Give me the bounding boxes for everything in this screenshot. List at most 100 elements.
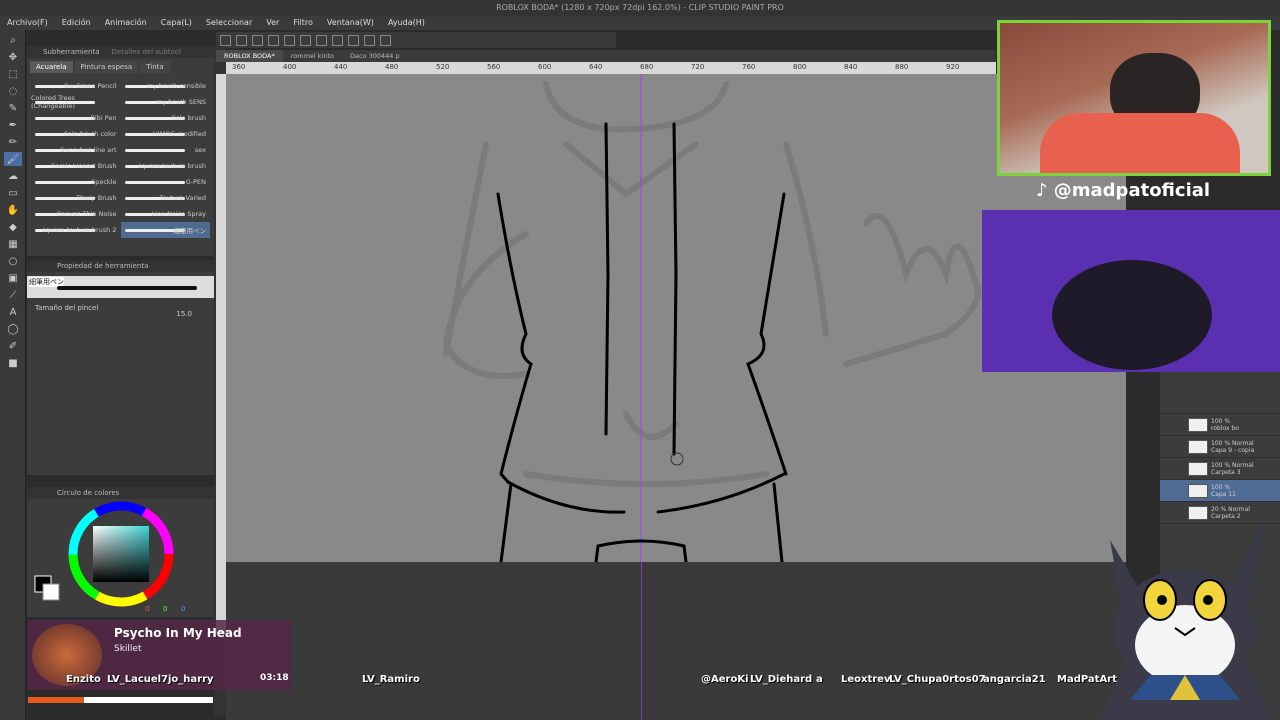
gradient-icon[interactable]: ▦ — [4, 237, 22, 251]
brush-size-label: Tamaño del pincel — [35, 304, 99, 312]
brush-size-value[interactable]: 15.0 — [176, 310, 192, 318]
ruler-icon[interactable]: ⟋ — [4, 288, 22, 302]
subtool-tabs: Acuarela Pintura espesa Tinta — [27, 58, 214, 76]
brush-label: Colo brush — [171, 114, 206, 122]
correction-icon[interactable]: ✐ — [4, 339, 22, 353]
snap-special-icon[interactable] — [380, 34, 391, 46]
chat-username: @AeroKi — [701, 674, 749, 685]
lasso-icon[interactable]: ◌ — [4, 84, 22, 98]
snap-grid-icon[interactable] — [364, 34, 375, 46]
brush-label: Sw Green Pencil — [64, 82, 117, 90]
menu-item[interactable]: Edición — [55, 16, 98, 30]
ruler-tick-label: 880 — [895, 63, 909, 71]
ruler-tick-label: 520 — [436, 63, 450, 71]
brush-item[interactable]: Thwip Brush — [31, 190, 121, 206]
layer-info: 100 % Normal Carpeta 3 — [1211, 462, 1254, 476]
chat-username: angarcia21 — [983, 674, 1046, 685]
brush-icon[interactable]: 🖌 — [4, 152, 22, 166]
chat-username: LV_Diehard — [750, 674, 813, 685]
brush-stroke-preview — [35, 181, 95, 184]
layer-row[interactable]: 100 % Capa 11 — [1160, 480, 1280, 502]
menu-item[interactable]: Ver — [259, 16, 286, 30]
brush-item[interactable]: G-PEN — [121, 174, 211, 190]
menu-item[interactable]: Ayuda(H) — [381, 16, 432, 30]
tiktok-handle-text: @madpatoficial — [1053, 180, 1211, 201]
brush-item[interactable]: Speckle — [31, 174, 121, 190]
open-file-icon[interactable] — [236, 34, 247, 46]
brush-item[interactable]: my brush sensible — [121, 78, 211, 94]
tab-tinta[interactable]: Tinta — [140, 61, 170, 73]
menu-item[interactable]: Capa(L) — [154, 16, 199, 30]
snap-ruler-icon[interactable] — [348, 34, 359, 46]
brush-item[interactable]: Colo brush — [121, 110, 211, 126]
select-icon[interactable]: ⬚ — [4, 67, 22, 81]
doc-tab-2[interactable]: rommel kinto — [283, 50, 342, 62]
save-icon[interactable] — [252, 34, 263, 46]
brush-item[interactable]: Succubus line art — [31, 142, 121, 158]
brush-stroke-preview — [124, 181, 185, 184]
brush-item[interactable]: Texture Varied — [121, 190, 211, 206]
menu-item[interactable]: Filtro — [286, 16, 320, 30]
tool-property-panel: Propiedad de herramienta 細筆用ペン Tamaño de… — [27, 260, 214, 475]
layer-row[interactable]: 100 % roblox bo — [1160, 414, 1280, 436]
brush-item[interactable]: sex — [121, 142, 211, 158]
eyedropper-icon[interactable]: ✎ — [4, 101, 22, 115]
ruler-tick-label: 360 — [232, 63, 246, 71]
shape-icon[interactable]: ○ — [4, 254, 22, 268]
zoom-icon[interactable]: ⌕ — [4, 33, 22, 47]
transform-icon[interactable] — [316, 34, 327, 46]
brush-item[interactable]: square texture brush 2 — [31, 222, 121, 238]
chat-username: jo_harry — [168, 674, 214, 685]
frame-icon[interactable]: ▣ — [4, 271, 22, 285]
subtool-header-tab[interactable]: Subherramienta — [43, 48, 100, 56]
color-wheel-panel: Círculo de colores 0 0 0 — [27, 487, 214, 617]
doc-tab-3[interactable]: Daco 300444 p — [342, 50, 408, 62]
brush-item[interactable]: 細筆用ペン — [120, 222, 210, 238]
layer-row[interactable]: 100 % Normal Carpeta 3 — [1160, 458, 1280, 480]
color-swatch-icon[interactable]: ■ — [4, 356, 22, 370]
brush-item[interactable]: HIMOG modified — [121, 126, 211, 142]
undo-icon[interactable] — [268, 34, 279, 46]
brush-preview: 細筆用ペン — [27, 276, 214, 298]
brush-item[interactable]: Sw Green Pencil — [31, 78, 121, 94]
layer-thumbnail — [1188, 417, 1208, 432]
brush-list: Sw Green Pencil my brush sensible Colored … — [27, 76, 214, 240]
move-icon[interactable]: ✥ — [4, 50, 22, 64]
tab-acuarela[interactable]: Acuarela — [30, 61, 73, 73]
menu-item[interactable]: Ventana(W) — [320, 16, 381, 30]
pen-icon[interactable]: ✒ — [4, 118, 22, 132]
brush-item[interactable]: Colo brush color — [31, 126, 121, 142]
brush-item[interactable]: my brush SENS — [121, 94, 211, 110]
brush-size-row[interactable]: Tamaño del pincel 15.0 — [27, 302, 214, 320]
pencil-icon[interactable]: ✏ — [4, 135, 22, 149]
song-title: Psycho In My Head — [114, 626, 242, 640]
brush-item[interactable]: square texture brush — [121, 158, 211, 174]
new-file-icon[interactable] — [220, 34, 231, 46]
subtool-detail-tab[interactable]: Detalles del subtool — [112, 48, 182, 56]
redo-icon[interactable] — [284, 34, 295, 46]
color-wheel[interactable]: 0 0 0 — [27, 499, 214, 617]
fill-icon[interactable]: ◆ — [4, 220, 22, 234]
balloon-icon[interactable]: ◯ — [4, 322, 22, 336]
brush-label: sex — [194, 146, 206, 154]
menu-item[interactable]: Seleccionar — [199, 16, 259, 30]
clear-icon[interactable] — [300, 34, 311, 46]
text-icon[interactable]: A — [4, 305, 22, 319]
eraser-icon[interactable]: ▭ — [4, 186, 22, 200]
color-wheel-header: Círculo de colores — [27, 487, 214, 499]
blend-icon[interactable]: ✋ — [4, 203, 22, 217]
brush-item[interactable]: Canvas Thin Noise — [31, 206, 121, 222]
menu-item[interactable]: Archivo(F) — [0, 16, 55, 30]
brush-item[interactable]: Colored Trees (Changeable) — [31, 94, 121, 110]
tab-pintura-espesa[interactable]: Pintura espesa — [74, 61, 139, 73]
brush-item[interactable]: Line Noise Spray — [121, 206, 211, 222]
layer-opacity: 100 % — [1211, 483, 1231, 491]
brush-item[interactable]: Bibi Pen — [31, 110, 121, 126]
brush-item[interactable]: Comic Lineart Brush — [31, 158, 121, 174]
layer-row[interactable]: 100 % Normal Capa 9 - copia — [1160, 436, 1280, 458]
menu-item[interactable]: Animación — [98, 16, 154, 30]
brush-label: G-PEN — [185, 178, 206, 186]
doc-tab-1[interactable]: ROBLOX BODA* — [216, 50, 283, 62]
deselect-icon[interactable] — [332, 34, 343, 46]
airbrush-icon[interactable]: ☁ — [4, 169, 22, 183]
